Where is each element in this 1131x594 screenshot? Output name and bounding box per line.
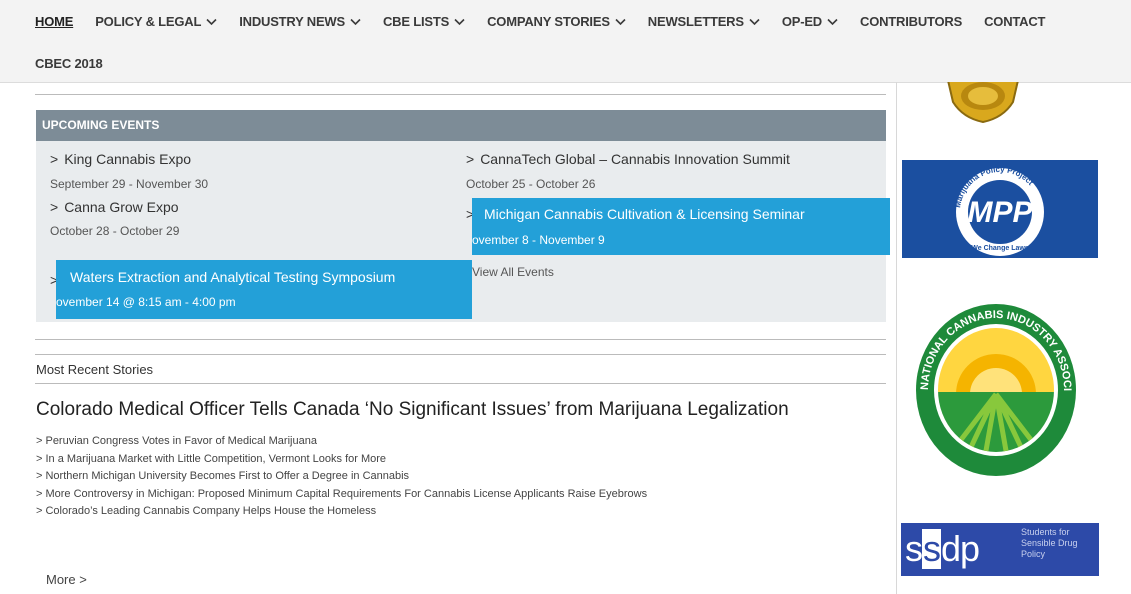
event-date: October 25 - October 26	[466, 177, 596, 191]
story-link[interactable]: > Colorado’s Leading Cannabis Company He…	[36, 503, 647, 521]
featured-headline-link[interactable]: Colorado Medical Officer Tells Canada ‘N…	[36, 399, 789, 421]
nav-row-primary: HOME POLICY & LEGAL INDUSTRY NEWS CBE LI…	[35, 14, 1045, 29]
event-title: Michigan Cannabis Cultivation & Licensin…	[484, 206, 805, 222]
sidebar-divider	[896, 82, 897, 594]
event-date: ovember 8 - November 9	[472, 233, 605, 247]
ssdp-wordmark: ssdp	[905, 528, 980, 569]
nav-label: COMPANY STORIES	[487, 14, 610, 29]
nav-label: CONTACT	[984, 14, 1046, 29]
nav-item-policy-legal[interactable]: POLICY & LEGAL	[95, 14, 217, 29]
event-title: CannaTech Global – Cannabis Innovation S…	[480, 151, 790, 167]
mpp-tagline: We Change Laws	[971, 245, 1029, 252]
upcoming-events-widget: UPCOMING EVENTS > King Cannabis Expo Sept…	[36, 110, 890, 322]
chevron-down-icon	[206, 18, 217, 26]
main-nav: HOME POLICY & LEGAL INDUSTRY NEWS CBE LI…	[0, 0, 1131, 83]
nav-item-cbec-2018[interactable]: CBEC 2018	[35, 56, 103, 71]
ssdp-letter: s	[905, 528, 923, 569]
nav-label: HOME	[35, 14, 74, 29]
ssdp-logo[interactable]: ssdp Students for Sensible Drug Policy	[901, 523, 1099, 576]
story-link[interactable]: > Peruvian Congress Votes in Favor of Me…	[36, 433, 647, 451]
event-title: Canna Grow Expo	[64, 199, 179, 215]
nav-label: NEWSLETTERS	[647, 14, 744, 29]
event-date: ovember 14 @ 8:15 am - 4:00 pm	[56, 295, 236, 309]
nav-label: CBE LISTS	[382, 14, 450, 29]
nav-label: OP-ED	[781, 14, 822, 29]
section-title-recent-stories: Most Recent Stories	[36, 362, 154, 377]
nav-item-home[interactable]: HOME	[35, 14, 73, 29]
mpp-initials: MPP	[967, 196, 1033, 229]
ncia-logo[interactable]: NATIONAL CANNABIS INDUSTRY ASSOCIATION	[910, 293, 1078, 478]
divider	[35, 354, 886, 355]
ssdp-tagline: Students for Sensible Drug Policy	[1021, 527, 1078, 559]
events-header: UPCOMING EVENTS	[36, 110, 886, 141]
divider	[35, 94, 886, 95]
ssdp-letter: dp	[941, 528, 980, 569]
ssdp-letter: s	[922, 528, 941, 569]
chevron-down-icon	[749, 18, 760, 26]
mpp-logo[interactable]: Marijuana Policy Project MPP We Change L…	[902, 160, 1098, 258]
event-link-king-cannabis-expo[interactable]: > King Cannabis Expo	[50, 151, 191, 167]
nav-row-secondary: CBEC 2018	[35, 55, 125, 73]
arrow-icon: >	[50, 199, 59, 215]
event-title: King Cannabis Expo	[64, 151, 192, 167]
nav-label: POLICY & LEGAL	[95, 14, 202, 29]
chevron-down-icon	[827, 18, 838, 26]
arrow-icon: >	[466, 151, 475, 167]
nav-item-op-ed[interactable]: OP-ED	[782, 14, 838, 29]
story-link[interactable]: > Northern Michigan University Becomes F…	[36, 468, 647, 486]
event-link-canna-grow-expo[interactable]: > Canna Grow Expo	[50, 199, 179, 215]
event-link-waters-symposium[interactable]: Waters Extraction and Analytical Testing…	[56, 260, 472, 319]
nav-item-company-stories[interactable]: COMPANY STORIES	[487, 14, 626, 29]
nav-label: CONTRIBUTORS	[860, 14, 963, 29]
event-title: Waters Extraction and Analytical Testing…	[70, 269, 396, 285]
divider	[35, 339, 886, 340]
nav-item-cbe-lists[interactable]: CBE LISTS	[383, 14, 465, 29]
view-all-events-link[interactable]: View All Events	[472, 265, 554, 279]
event-date: September 29 - November 30	[50, 177, 209, 191]
divider	[35, 383, 886, 384]
chevron-down-icon	[350, 18, 361, 26]
nav-label: INDUSTRY NEWS	[239, 14, 345, 29]
event-link-michigan-seminar[interactable]: Michigan Cannabis Cultivation & Licensin…	[472, 198, 890, 255]
nav-item-contact[interactable]: CONTACT	[984, 14, 1045, 29]
story-link[interactable]: > More Controversy in Michigan: Proposed…	[36, 486, 647, 504]
arrow-icon: >	[50, 151, 59, 167]
event-date: October 28 - October 29	[50, 224, 180, 238]
nav-item-newsletters[interactable]: NEWSLETTERS	[648, 14, 760, 29]
nav-item-industry-news[interactable]: INDUSTRY NEWS	[239, 14, 361, 29]
event-link-cannatech-global[interactable]: > CannaTech Global – Cannabis Innovation …	[466, 151, 790, 167]
more-stories-link[interactable]: More >	[46, 572, 87, 587]
chevron-down-icon	[454, 18, 465, 26]
story-list: > Peruvian Congress Votes in Favor of Me…	[36, 433, 647, 521]
nav-item-contributors[interactable]: CONTRIBUTORS	[860, 14, 962, 29]
police-badge-logo[interactable]	[943, 82, 1023, 124]
chevron-down-icon	[615, 18, 626, 26]
story-link[interactable]: > In a Marijuana Market with Little Comp…	[36, 451, 647, 469]
